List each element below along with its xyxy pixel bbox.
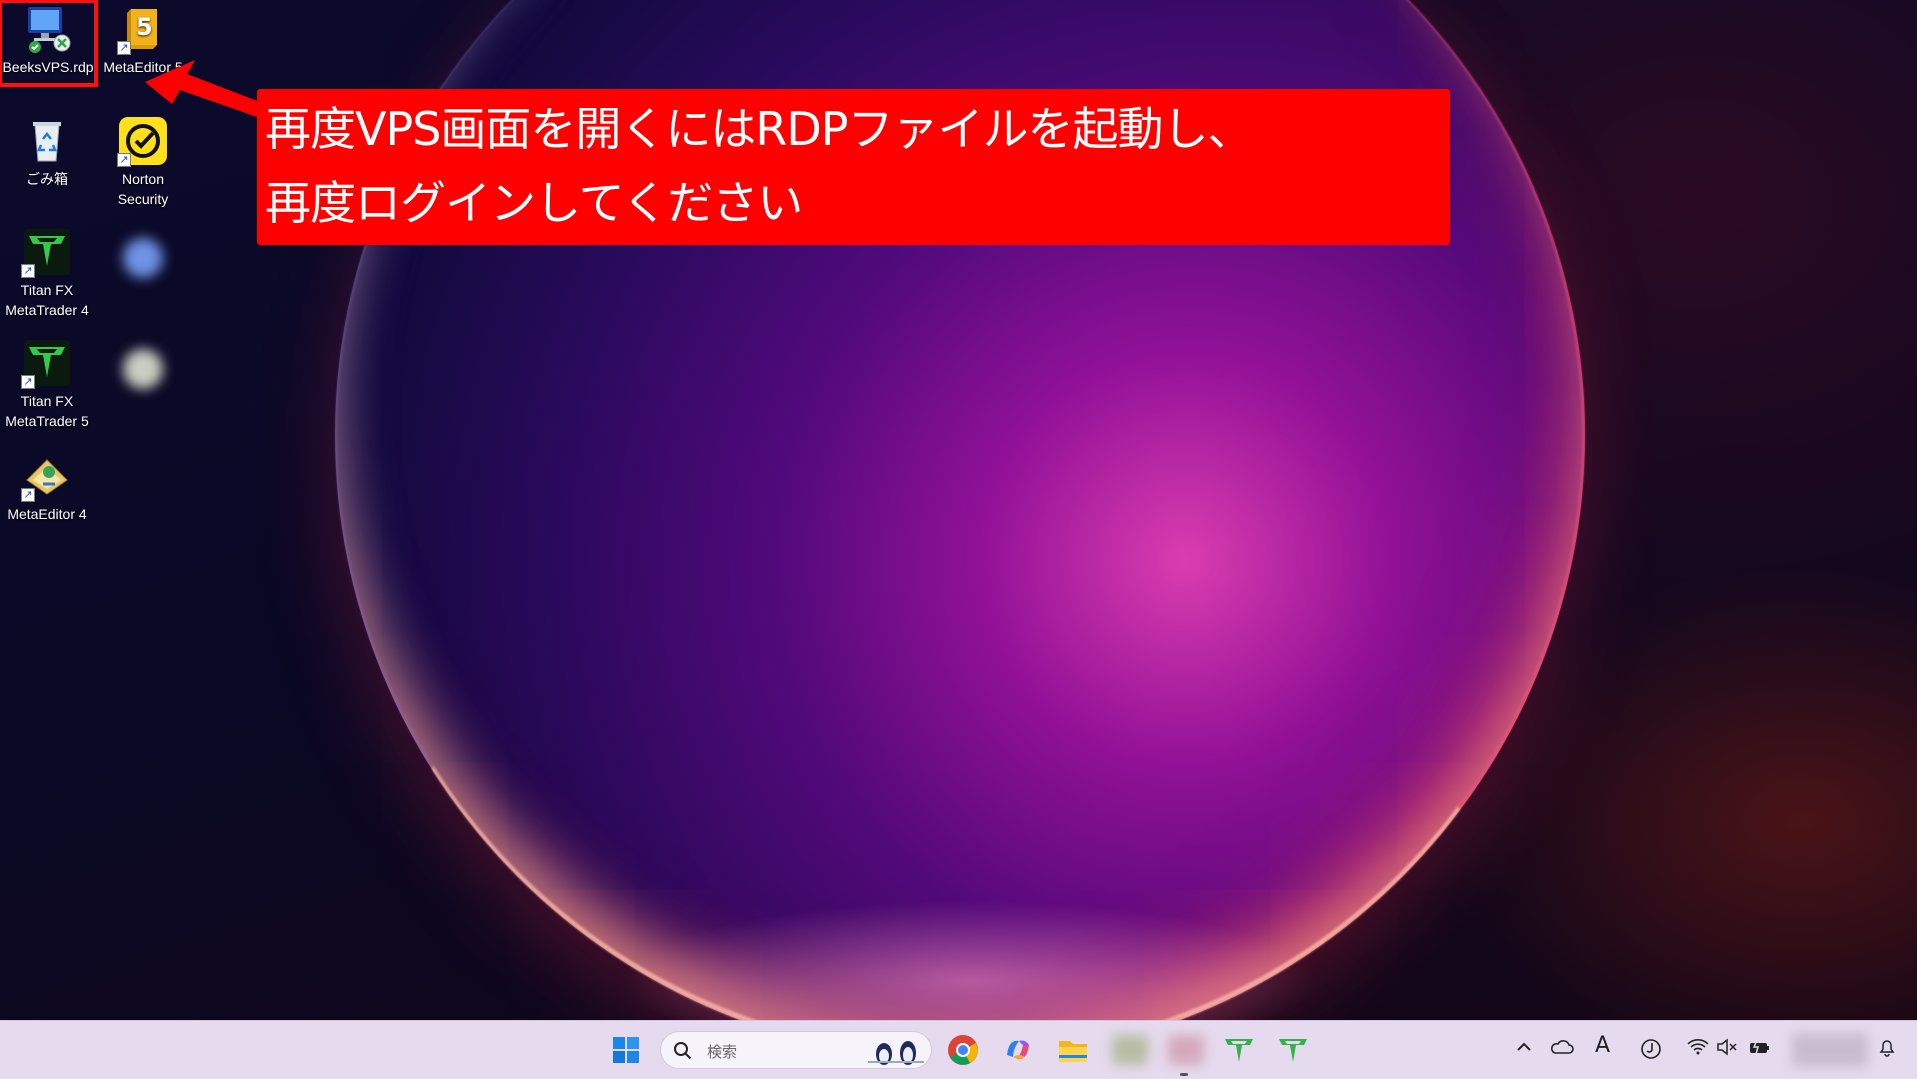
taskbar-file-explorer[interactable] xyxy=(1054,1031,1092,1069)
wifi-icon xyxy=(1687,1039,1709,1055)
callout-line-2: 再度ログインしてください xyxy=(265,176,803,230)
speaker-muted-icon xyxy=(1717,1038,1737,1056)
desktop-icon-titanfx-mt4[interactable]: ↗ Titan FX MetaTrader 4 xyxy=(1,226,93,320)
ime-icon xyxy=(1641,1039,1661,1059)
desktop-icon-label: ごみ箱 xyxy=(26,171,68,187)
tray-onedrive[interactable] xyxy=(1550,1038,1574,1062)
shortcut-arrow-icon: ↗ xyxy=(21,375,35,389)
taskbar-search-box[interactable]: 検索 xyxy=(660,1031,932,1069)
battery-charging-icon xyxy=(1750,1039,1769,1055)
file-explorer-icon xyxy=(1059,1041,1087,1062)
titanfx-icon: ↗ xyxy=(21,226,73,278)
cloud-icon xyxy=(1551,1040,1574,1054)
annotation-callout: 再度VPS画面を開くにはRDPファイルを起動し、 再度ログインしてください xyxy=(257,89,1450,245)
tray-wifi[interactable] xyxy=(1687,1038,1709,1062)
copilot-icon xyxy=(1007,1040,1029,1060)
tray-notifications[interactable] xyxy=(1877,1038,1897,1064)
bell-icon xyxy=(1879,1040,1895,1057)
shortcut-arrow-icon: ↗ xyxy=(21,264,35,278)
start-button[interactable] xyxy=(607,1031,645,1069)
chevron-up-icon xyxy=(1517,1042,1531,1051)
taskbar-titanfx-mt4[interactable] xyxy=(1220,1031,1258,1069)
search-highlight-illustration xyxy=(868,1041,924,1065)
titanfx-icon xyxy=(1279,1039,1307,1062)
tray-battery[interactable] xyxy=(1749,1038,1771,1062)
taskbar-titanfx-mt5[interactable] xyxy=(1274,1031,1312,1069)
titanfx-icon xyxy=(1225,1039,1253,1062)
desktop-icon-blurred-1[interactable] xyxy=(97,232,189,286)
taskbar: 検索 A xyxy=(0,1020,1917,1079)
tray-clock-blurred[interactable] xyxy=(1792,1033,1868,1067)
desktop-icon-label: Titan FX MetaTrader 4 xyxy=(5,282,89,318)
tray-volume-muted[interactable] xyxy=(1716,1038,1738,1062)
desktop-icon-label: Norton Security xyxy=(117,171,169,207)
desktop-icon-label: Titan FX MetaTrader 5 xyxy=(5,393,89,429)
titanfx-icon: ↗ xyxy=(21,337,73,389)
show-hidden-icons-chevron[interactable] xyxy=(1515,1038,1533,1062)
taskbar-blurred-app-1[interactable] xyxy=(1108,1031,1152,1069)
callout-line-1: 再度VPS画面を開くにはRDPファイルを起動し、 xyxy=(265,102,1254,156)
blurred-app-icon xyxy=(117,343,169,395)
blurred-app-icon xyxy=(1168,1035,1204,1065)
search-icon xyxy=(674,1042,692,1060)
chrome-icon xyxy=(948,1035,978,1065)
taskbar-copilot[interactable] xyxy=(999,1031,1037,1069)
desktop-icon-blurred-2[interactable] xyxy=(97,343,189,397)
taskbar-chrome[interactable] xyxy=(944,1031,982,1069)
blurred-app-icon xyxy=(117,232,169,284)
taskbar-blurred-app-2[interactable] xyxy=(1164,1031,1208,1069)
tray-ime[interactable] xyxy=(1640,1038,1662,1066)
blurred-app-icon xyxy=(1112,1035,1148,1065)
running-indicator xyxy=(1180,1073,1188,1076)
callout-arrow xyxy=(145,60,265,118)
desktop-icon-label: MetaEditor 4 xyxy=(7,506,87,522)
shortcut-arrow-icon: ↗ xyxy=(21,488,35,502)
metaeditor-4-icon: ↗ xyxy=(21,450,73,502)
desktop-icon-titanfx-mt5[interactable]: ↗ Titan FX MetaTrader 5 xyxy=(1,337,93,431)
desktop-icon-metaeditor-4[interactable]: ↗ MetaEditor 4 xyxy=(1,450,93,524)
search-placeholder: 検索 xyxy=(707,1043,738,1061)
windows-start-icon xyxy=(613,1037,639,1063)
tray-input-indicator[interactable]: A xyxy=(1595,1035,1610,1057)
